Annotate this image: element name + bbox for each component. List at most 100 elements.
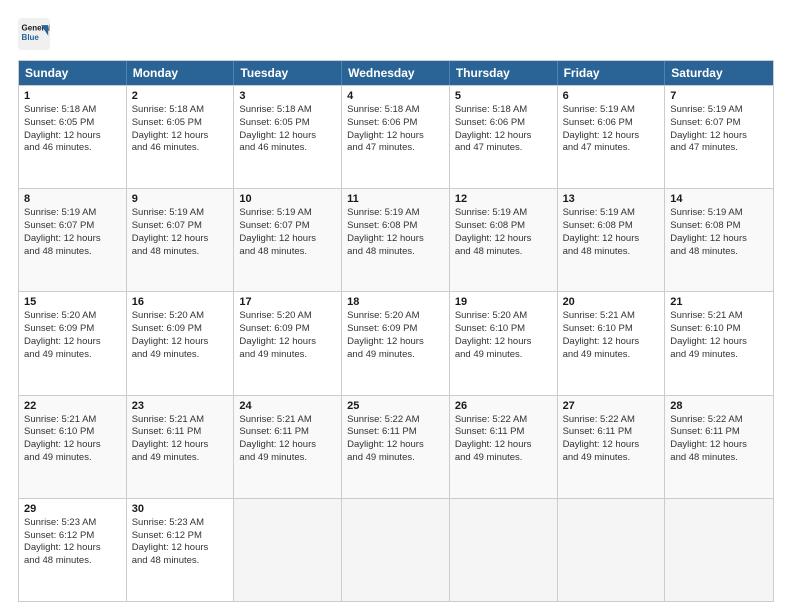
calendar-cell: 16Sunrise: 5:20 AMSunset: 6:09 PMDayligh… — [127, 292, 235, 394]
cell-set: Sunset: 6:08 PM — [347, 220, 444, 233]
cell-set: Sunset: 6:09 PM — [347, 323, 444, 336]
day-number: 3 — [239, 90, 336, 102]
day-number: 27 — [563, 400, 660, 412]
cell-set: Sunset: 6:07 PM — [670, 117, 768, 130]
cell-set: Sunset: 6:06 PM — [455, 117, 552, 130]
calendar-cell: 10 Sunrise: 5:19 AMSunset: 6:07 PMDayligh… — [234, 189, 342, 291]
calendar-row-4: 22Sunrise: 5:21 AMSunset: 6:10 PMDayligh… — [19, 395, 773, 498]
cell-dl1: Daylight: 12 hours — [239, 336, 336, 349]
day-number: 19 — [455, 296, 552, 308]
logo-icon: General Blue — [18, 18, 50, 50]
cell-dl2: and 47 minutes. — [347, 142, 444, 155]
cell-dl1: Daylight: 12 hours — [132, 439, 229, 452]
cell-set: Sunset: 6:11 PM — [455, 426, 552, 439]
calendar-cell — [342, 499, 450, 601]
cell-dl2: and 48 minutes. — [24, 246, 121, 259]
calendar-cell: 1Sunrise: 5:18 AMSunset: 6:05 PMDaylight… — [19, 86, 127, 188]
day-number: 12 — [455, 193, 552, 205]
cell-set: Sunset: 6:10 PM — [455, 323, 552, 336]
cell-rise: Sunrise: 5:20 AM — [132, 310, 229, 323]
day-number: 17 — [239, 296, 336, 308]
cell-dl2: and 48 minutes. — [455, 246, 552, 259]
cell-set: Sunset: 6:06 PM — [563, 117, 660, 130]
calendar-cell: 11Sunrise: 5:19 AMSunset: 6:08 PMDayligh… — [342, 189, 450, 291]
cell-dl1: Daylight: 12 hours — [132, 542, 229, 555]
cell-rise: Sunrise: 5:19 AM — [132, 207, 229, 220]
calendar-cell: 6Sunrise: 5:19 AMSunset: 6:06 PMDaylight… — [558, 86, 666, 188]
day-number: 14 — [670, 193, 768, 205]
cell-dl1: Daylight: 12 hours — [347, 233, 444, 246]
cell-set: Sunset: 6:11 PM — [132, 426, 229, 439]
day-number: 1 — [24, 90, 121, 102]
header-day-saturday: Saturday — [665, 61, 773, 85]
cell-set: Sunset: 6:11 PM — [239, 426, 336, 439]
cell-rise: Sunrise: 5:20 AM — [455, 310, 552, 323]
cell-rise: Sunrise: 5:23 AM — [132, 517, 229, 530]
cell-set: Sunset: 6:08 PM — [455, 220, 552, 233]
cell-dl2: and 48 minutes. — [24, 555, 121, 568]
cell-rise: Sunrise: 5:22 AM — [563, 414, 660, 427]
day-number: 29 — [24, 503, 121, 515]
cell-set: Sunset: 6:10 PM — [24, 426, 121, 439]
cell-dl1: Daylight: 12 hours — [239, 233, 336, 246]
cell-dl2: and 49 minutes. — [347, 452, 444, 465]
cell-dl2: and 48 minutes. — [347, 246, 444, 259]
cell-dl1: Daylight: 12 hours — [670, 130, 768, 143]
cell-set: Sunset: 6:07 PM — [24, 220, 121, 233]
day-number: 20 — [563, 296, 660, 308]
cell-dl1: Daylight: 12 hours — [132, 336, 229, 349]
calendar-cell: 21Sunrise: 5:21 AMSunset: 6:10 PMDayligh… — [665, 292, 773, 394]
cell-dl2: and 48 minutes. — [239, 246, 336, 259]
calendar-cell — [665, 499, 773, 601]
calendar-cell: 20Sunrise: 5:21 AMSunset: 6:10 PMDayligh… — [558, 292, 666, 394]
cell-rise: Sunrise: 5:23 AM — [24, 517, 121, 530]
cell-set: Sunset: 6:08 PM — [563, 220, 660, 233]
day-number: 10 — [239, 193, 336, 205]
cell-rise: Sunrise: 5:20 AM — [239, 310, 336, 323]
cell-set: Sunset: 6:07 PM — [239, 220, 336, 233]
calendar-cell: 17Sunrise: 5:20 AMSunset: 6:09 PMDayligh… — [234, 292, 342, 394]
day-number: 23 — [132, 400, 229, 412]
cell-dl2: and 47 minutes. — [455, 142, 552, 155]
cell-set: Sunset: 6:11 PM — [670, 426, 768, 439]
calendar-cell: 28Sunrise: 5:22 AMSunset: 6:11 PMDayligh… — [665, 396, 773, 498]
calendar-row-5: 29Sunrise: 5:23 AMSunset: 6:12 PMDayligh… — [19, 498, 773, 601]
cell-rise: Sunrise: 5:20 AM — [24, 310, 121, 323]
cell-dl2: and 48 minutes. — [132, 555, 229, 568]
cell-rise: Sunrise: 5:21 AM — [670, 310, 768, 323]
calendar-cell — [558, 499, 666, 601]
cell-dl2: and 49 minutes. — [455, 349, 552, 362]
cell-dl2: and 49 minutes. — [132, 452, 229, 465]
cell-rise: Sunrise: 5:20 AM — [347, 310, 444, 323]
calendar-header: SundayMondayTuesdayWednesdayThursdayFrid… — [19, 61, 773, 85]
day-number: 2 — [132, 90, 229, 102]
day-number: 18 — [347, 296, 444, 308]
day-number: 30 — [132, 503, 229, 515]
cell-set: Sunset: 6:07 PM — [132, 220, 229, 233]
day-number: 9 — [132, 193, 229, 205]
cell-dl1: Daylight: 12 hours — [670, 336, 768, 349]
cell-dl1: Daylight: 12 hours — [239, 130, 336, 143]
cell-dl1: Daylight: 12 hours — [24, 233, 121, 246]
calendar-cell: 23Sunrise: 5:21 AMSunset: 6:11 PMDayligh… — [127, 396, 235, 498]
cell-rise: Sunrise: 5:19 AM — [239, 207, 336, 220]
cell-rise: Sunrise: 5:22 AM — [455, 414, 552, 427]
day-number: 25 — [347, 400, 444, 412]
cell-dl2: and 49 minutes. — [563, 452, 660, 465]
calendar-cell: 12Sunrise: 5:19 AMSunset: 6:08 PMDayligh… — [450, 189, 558, 291]
header-day-wednesday: Wednesday — [342, 61, 450, 85]
cell-set: Sunset: 6:12 PM — [132, 530, 229, 543]
cell-dl2: and 49 minutes. — [24, 349, 121, 362]
cell-rise: Sunrise: 5:18 AM — [239, 104, 336, 117]
logo: General Blue — [18, 18, 50, 50]
cell-dl1: Daylight: 12 hours — [670, 439, 768, 452]
cell-dl1: Daylight: 12 hours — [24, 336, 121, 349]
calendar-cell — [450, 499, 558, 601]
calendar-cell: 4Sunrise: 5:18 AMSunset: 6:06 PMDaylight… — [342, 86, 450, 188]
calendar-cell: 13Sunrise: 5:19 AMSunset: 6:08 PMDayligh… — [558, 189, 666, 291]
cell-dl1: Daylight: 12 hours — [563, 130, 660, 143]
cell-dl1: Daylight: 12 hours — [24, 542, 121, 555]
cell-dl1: Daylight: 12 hours — [455, 233, 552, 246]
cell-dl1: Daylight: 12 hours — [24, 130, 121, 143]
cell-dl1: Daylight: 12 hours — [670, 233, 768, 246]
